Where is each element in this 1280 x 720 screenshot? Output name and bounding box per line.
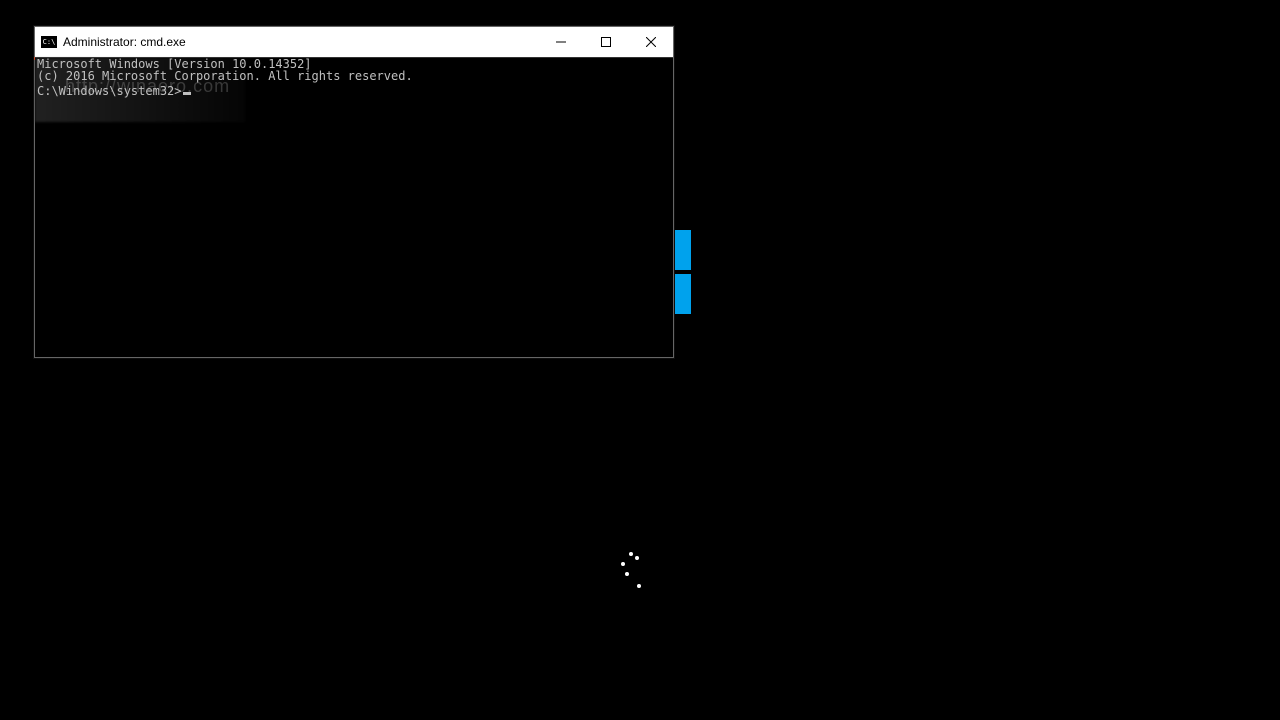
window-title: Administrator: cmd.exe <box>63 35 186 49</box>
titlebar[interactable]: C:\ Administrator: cmd.exe <box>35 27 673 57</box>
close-button[interactable] <box>628 27 673 57</box>
cmd-icon: C:\ <box>41 36 57 48</box>
console-line-copyright: (c) 2016 Microsoft Corporation. All righ… <box>37 70 671 82</box>
windows-logo-icon <box>675 230 705 320</box>
minimize-icon <box>556 37 566 47</box>
cmd-icon-label: C:\ <box>43 39 56 46</box>
maximize-icon <box>601 37 611 47</box>
loading-spinner-icon <box>615 548 645 590</box>
console-body[interactable]: http://winaero.com Microsoft Windows [Ve… <box>35 57 673 357</box>
console-prompt: C:\Windows\system32> <box>37 84 182 98</box>
cmd-window[interactable]: C:\ Administrator: cmd.exe http://winaer… <box>34 26 674 358</box>
close-icon <box>646 37 656 47</box>
cursor-icon <box>183 92 191 95</box>
maximize-button[interactable] <box>583 27 628 57</box>
window-controls <box>538 27 673 57</box>
minimize-button[interactable] <box>538 27 583 57</box>
console-prompt-line: C:\Windows\system32> <box>37 82 671 100</box>
